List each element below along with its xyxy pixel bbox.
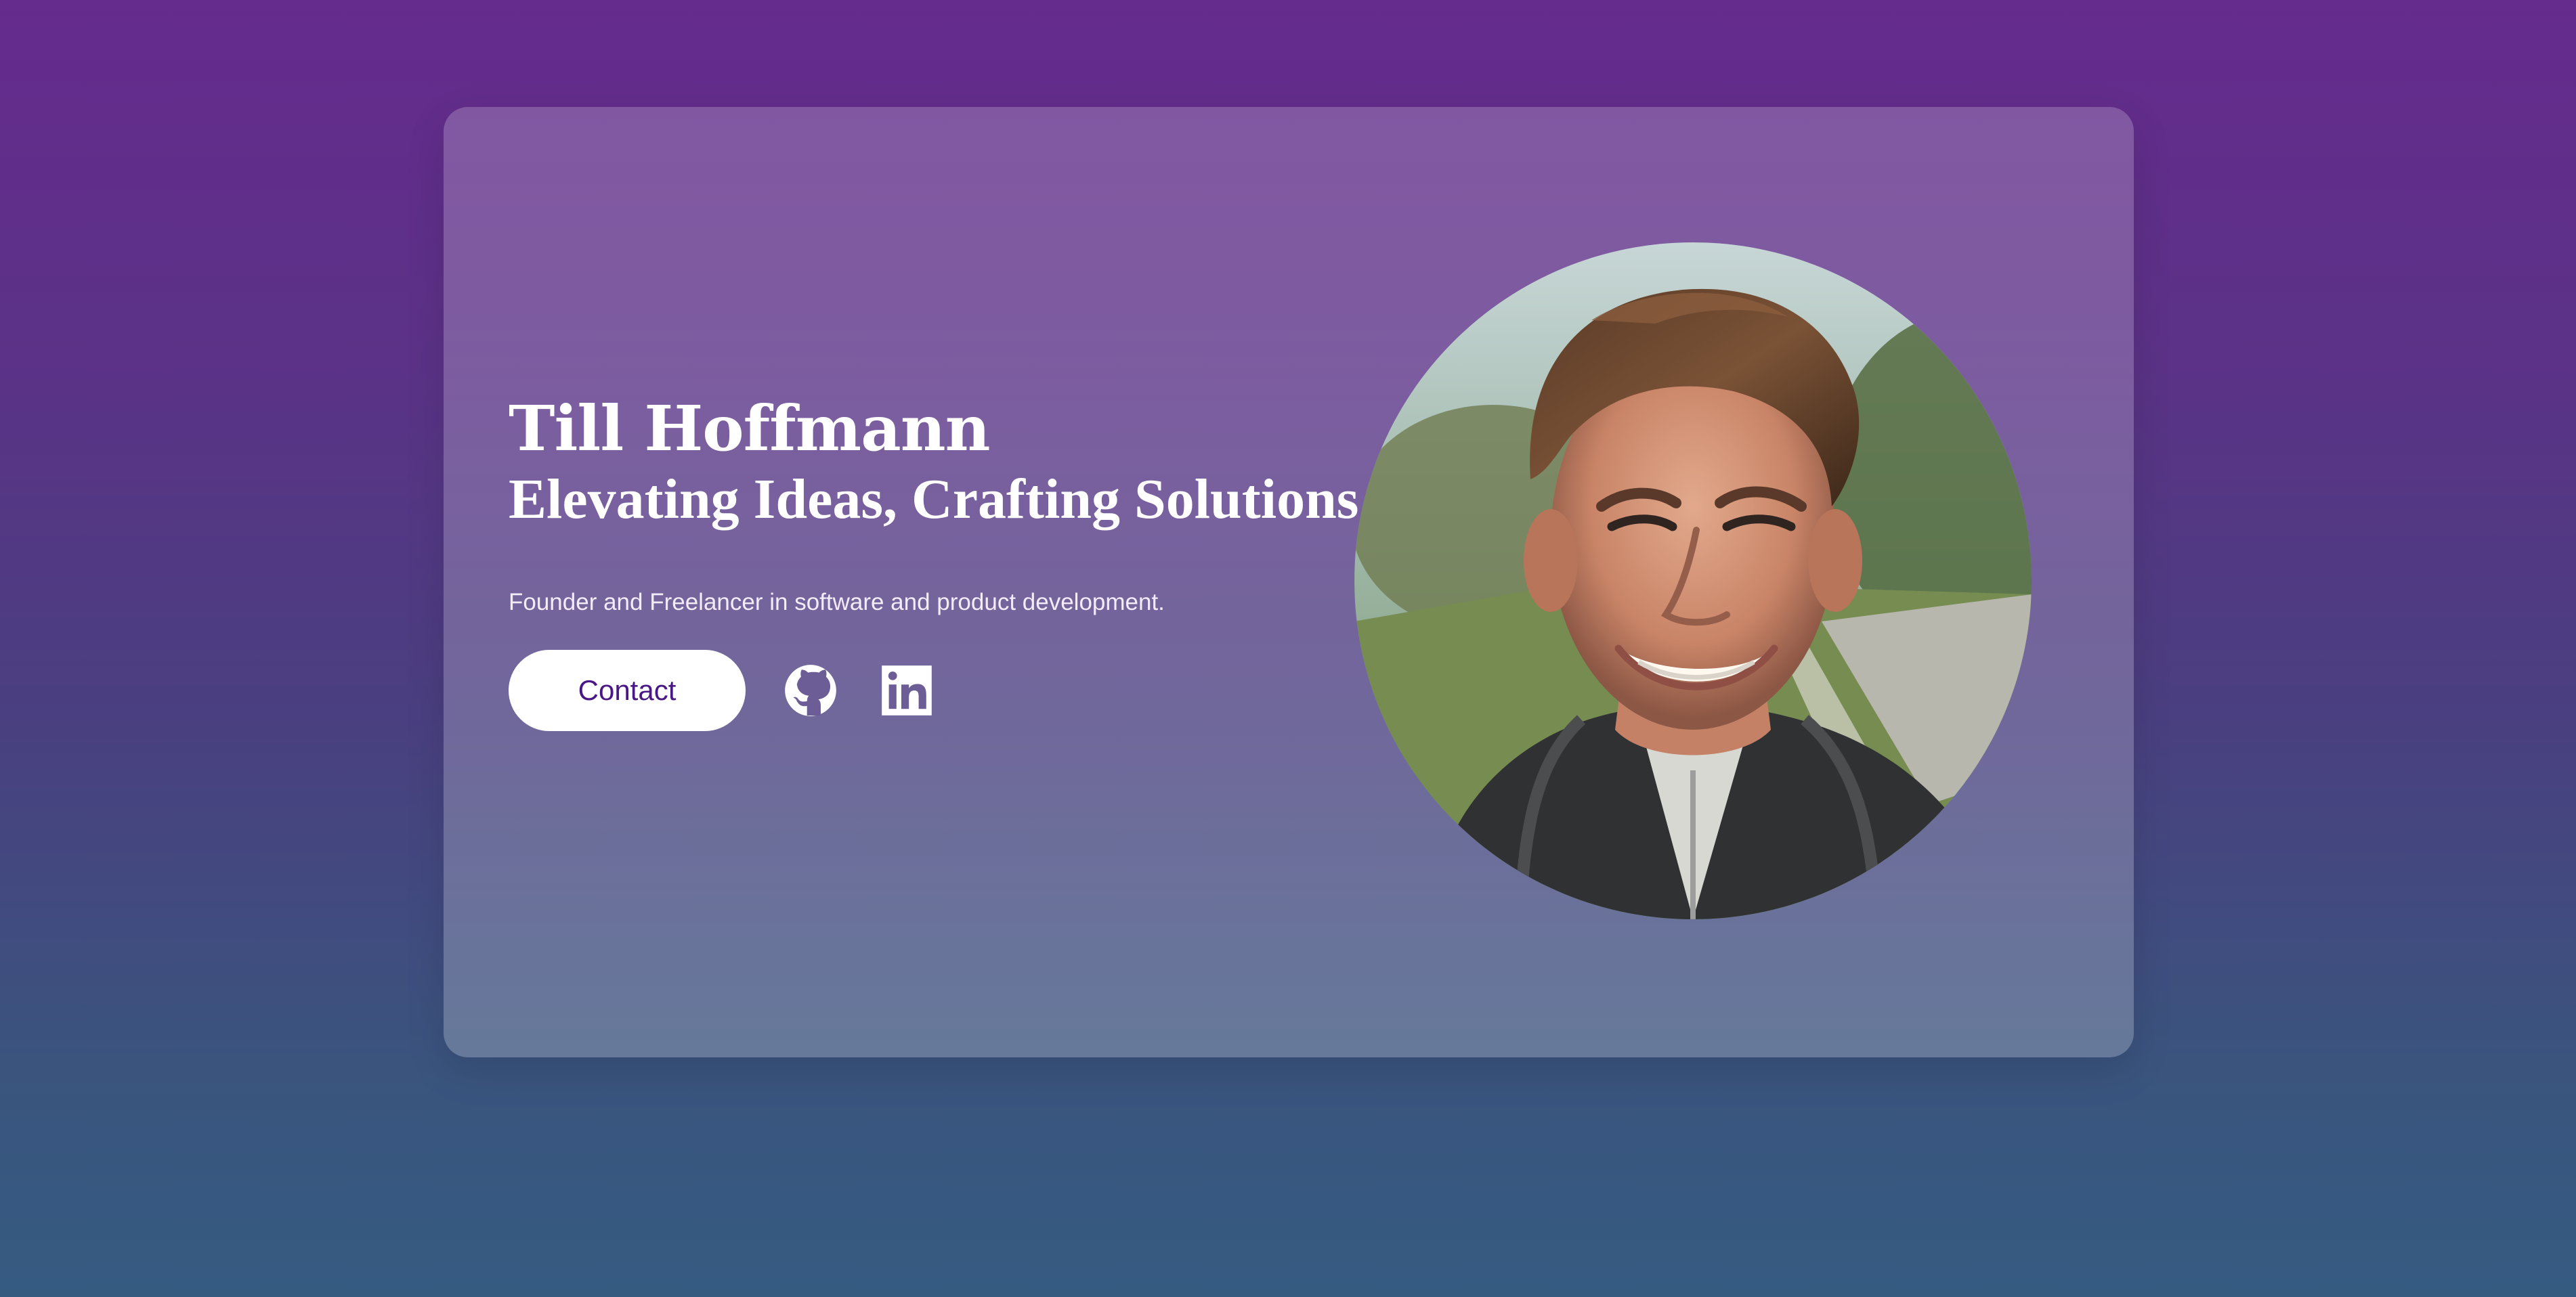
profile-portrait bbox=[1354, 242, 2032, 919]
profile-text: Till Hoffmann Elevating Ideas, Crafting … bbox=[509, 391, 1359, 731]
linkedin-link[interactable] bbox=[877, 661, 937, 720]
profile-description: Founder and Freelancer in software and p… bbox=[509, 589, 1165, 615]
profile-name: Till Hoffmann bbox=[509, 392, 991, 465]
github-icon bbox=[785, 665, 836, 716]
github-link[interactable] bbox=[781, 661, 840, 720]
action-row: Contact bbox=[509, 650, 1355, 731]
profile-card: Till Hoffmann Elevating Ideas, Crafting … bbox=[444, 107, 2134, 1057]
linkedin-icon bbox=[882, 665, 932, 716]
contact-button[interactable]: Contact bbox=[509, 650, 746, 731]
profile-tagline: Elevating Ideas, Crafting Solutions bbox=[509, 468, 1359, 531]
